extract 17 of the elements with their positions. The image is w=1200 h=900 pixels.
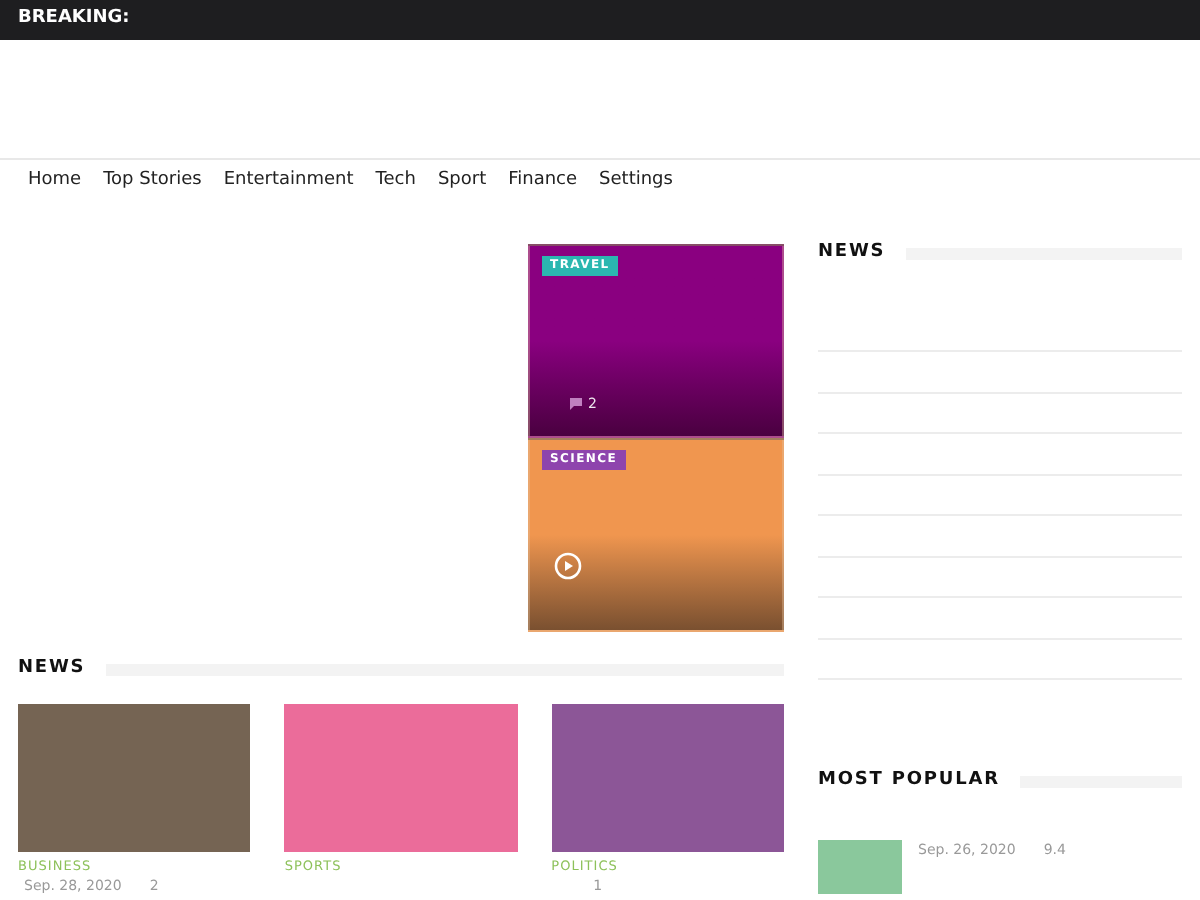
play-icon[interactable] [554,552,582,580]
nav-link[interactable]: Finance [508,168,578,196]
section-heading: NEWS [818,240,886,266]
nav-link[interactable]: Home [28,168,82,196]
nav-link[interactable]: Entertainment [223,168,354,196]
nav-link[interactable]: Top Stories [103,168,202,196]
comment-icon [570,397,582,410]
article-image[interactable] [18,703,251,851]
section-heading: MOST POPULAR [818,768,1000,794]
article-image[interactable] [284,703,518,851]
nav-link[interactable]: Tech [375,168,416,196]
article-image[interactable] [818,839,902,893]
nav-link[interactable]: Sport [437,168,487,196]
breaking-label: BREAKING: [18,6,130,33]
nav-link[interactable]: Settings [599,168,673,196]
article-image[interactable] [551,703,784,851]
section-heading: NEWS [18,656,86,682]
